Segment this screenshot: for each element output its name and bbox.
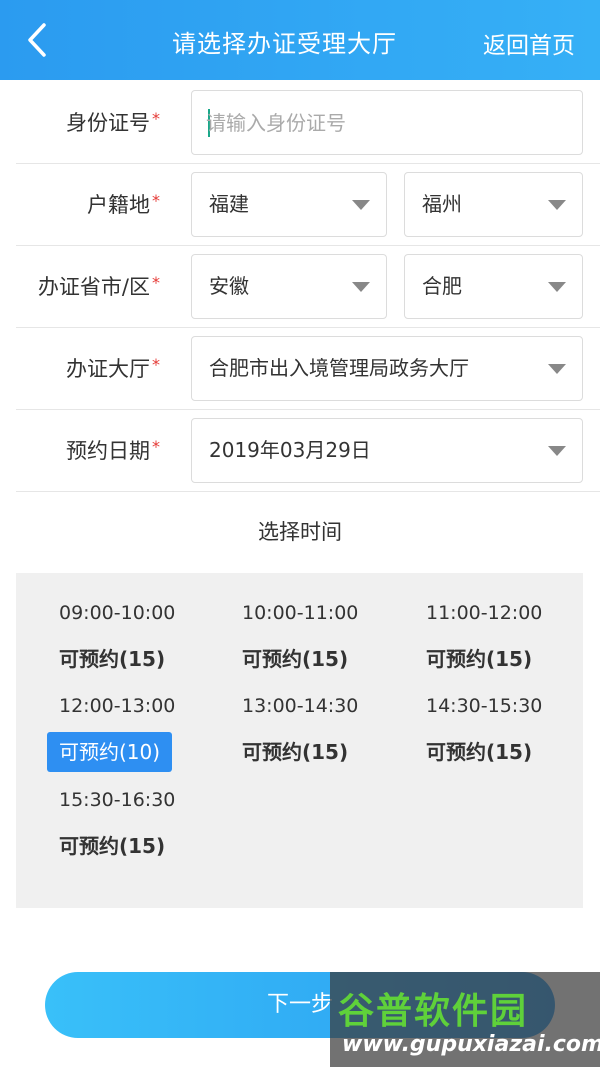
- date-label: 预约日期 *: [66, 437, 160, 463]
- slot-time: 14:30-15:30: [426, 695, 543, 717]
- slot-availability: 可预约(15): [59, 647, 166, 671]
- time-slot-grid: 09:00-10:00 可预约(15) 10:00-11:00 可预约(15) …: [16, 573, 583, 908]
- id-number-input[interactable]: [206, 91, 566, 154]
- watermark-overlay: 谷普软件园 www.gupuxiazai.com: [330, 972, 600, 1067]
- slot-availability: 可预约(15): [426, 647, 533, 671]
- time-slot[interactable]: 13:00-14:30 可预约(15): [230, 694, 380, 772]
- hall-select[interactable]: 合肥市出入境管理局政务大厅: [191, 336, 583, 401]
- slot-time: 15:30-16:30: [59, 789, 176, 811]
- time-slot[interactable]: 14:30-15:30 可预约(15): [414, 694, 564, 772]
- id-number-field[interactable]: [191, 90, 583, 155]
- office-city-select[interactable]: 合肥: [404, 254, 583, 319]
- date-row: 预约日期 * 2019年03月29日: [16, 410, 600, 492]
- hukou-city-value: 福州: [422, 192, 462, 216]
- dropdown-arrow-icon: [548, 364, 566, 374]
- dropdown-arrow-icon: [548, 446, 566, 456]
- required-mark: *: [152, 437, 160, 456]
- required-mark: *: [152, 191, 160, 210]
- time-slot[interactable]: 15:30-16:30 可预约(15): [47, 788, 197, 866]
- slot-availability: 可预约(15): [426, 740, 533, 764]
- back-icon[interactable]: [18, 20, 58, 60]
- slot-time: 09:00-10:00: [59, 602, 176, 624]
- watermark-logo: 谷普软件园: [338, 991, 529, 1032]
- id-number-row: 身份证号 *: [16, 82, 600, 164]
- app-header: 请选择办证受理大厅 返回首页: [0, 0, 600, 80]
- slot-time: 10:00-11:00: [242, 602, 359, 624]
- office-province-select[interactable]: 安徽: [191, 254, 387, 319]
- slot-time: 12:00-13:00: [59, 695, 176, 717]
- required-mark: *: [152, 273, 160, 292]
- date-value: 2019年03月29日: [209, 438, 371, 462]
- office-region-label: 办证省市/区 *: [37, 273, 160, 299]
- dropdown-arrow-icon: [352, 282, 370, 292]
- slot-availability: 可预约(15): [242, 740, 349, 764]
- slot-availability: 可预约(10): [47, 732, 173, 772]
- office-region-row: 办证省市/区 * 安徽 合肥: [16, 246, 600, 328]
- required-mark: *: [152, 355, 160, 374]
- slot-availability: 可预约(15): [59, 834, 166, 858]
- date-select[interactable]: 2019年03月29日: [191, 418, 583, 483]
- slot-availability: 可预约(15): [242, 647, 349, 671]
- id-number-label: 身份证号 *: [66, 109, 160, 135]
- dropdown-arrow-icon: [352, 200, 370, 210]
- hukou-province-select[interactable]: 福建: [191, 172, 387, 237]
- watermark-url: www.gupuxiazai.com: [342, 1032, 600, 1057]
- office-city-value: 合肥: [422, 274, 462, 298]
- time-slot[interactable]: 10:00-11:00 可预约(15): [230, 601, 380, 679]
- select-time-title: 选择时间: [258, 520, 342, 544]
- page-title: 请选择办证受理大厅: [172, 30, 397, 58]
- office-province-value: 安徽: [209, 274, 249, 298]
- required-mark: *: [152, 109, 160, 128]
- hukou-label: 户籍地 *: [87, 191, 160, 217]
- dropdown-arrow-icon: [548, 200, 566, 210]
- hall-value: 合肥市出入境管理局政务大厅: [209, 356, 469, 380]
- time-slot[interactable]: 11:00-12:00 可预约(15): [414, 601, 564, 679]
- slot-time: 11:00-12:00: [426, 602, 543, 624]
- hukou-city-select[interactable]: 福州: [404, 172, 583, 237]
- time-slot-selected[interactable]: 12:00-13:00 可预约(10): [47, 694, 197, 772]
- return-home-link[interactable]: 返回首页: [483, 26, 575, 60]
- hukou-province-value: 福建: [209, 192, 249, 216]
- hall-row: 办证大厅 * 合肥市出入境管理局政务大厅: [16, 328, 600, 410]
- hukou-row: 户籍地 * 福建 福州: [16, 164, 600, 246]
- time-slot[interactable]: 09:00-10:00 可预约(15): [47, 601, 197, 679]
- slot-time: 13:00-14:30: [242, 695, 359, 717]
- hall-label: 办证大厅 *: [66, 355, 160, 381]
- dropdown-arrow-icon: [548, 282, 566, 292]
